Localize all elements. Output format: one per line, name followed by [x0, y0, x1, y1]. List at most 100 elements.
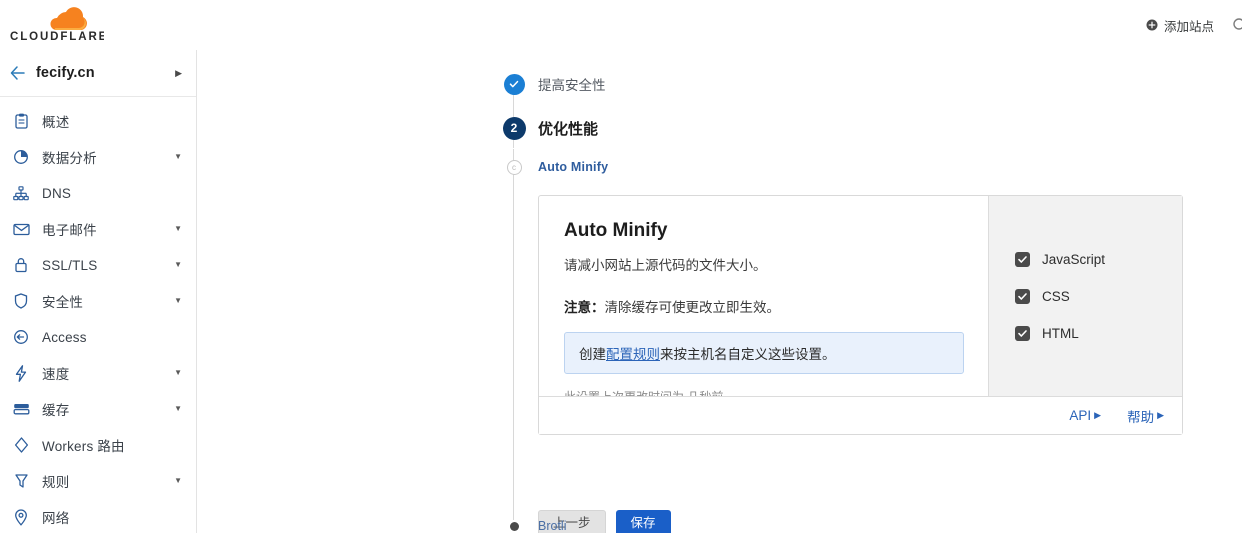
location-pin-icon	[12, 508, 30, 526]
step-optimize-performance[interactable]: 2 优化性能	[502, 114, 598, 142]
access-key-icon	[12, 328, 30, 346]
help-link[interactable]: 帮助 ▶	[1127, 406, 1164, 426]
arrow-left-icon[interactable]	[10, 66, 26, 80]
sidebar-item-label: 概述	[42, 115, 70, 130]
sidebar-item-label: 安全性	[42, 295, 84, 310]
chevron-right-icon[interactable]: ▶	[175, 68, 182, 78]
svg-text:CLOUDFLARE: CLOUDFLARE	[10, 31, 104, 43]
card-note: 注意：清除缓存可使更改立即生效。	[564, 296, 964, 316]
sidebar-item-rules[interactable]: 规则 ▼	[0, 463, 196, 499]
sidebar-item-label: 速度	[42, 367, 70, 382]
sidebar-item-label: Workers 路由	[42, 439, 125, 454]
checkbox-javascript[interactable]: JavaScript	[1015, 251, 1182, 267]
chevron-down-icon[interactable]: ▼	[174, 297, 182, 305]
chevron-down-icon[interactable]: ▼	[174, 369, 182, 377]
sidebar-item-label: Access	[42, 329, 87, 345]
sidebar-item-access[interactable]: Access	[0, 319, 196, 355]
api-link-label: API	[1069, 408, 1092, 423]
clipboard-icon	[12, 112, 30, 130]
step-number: 2	[502, 116, 526, 140]
sitemap-icon	[12, 184, 30, 202]
card-title: Auto Minify	[564, 220, 668, 241]
pie-chart-icon	[12, 148, 30, 166]
envelope-icon	[12, 220, 30, 238]
step-marker-sub: c	[502, 159, 526, 175]
checkbox-checked-icon	[1015, 251, 1030, 267]
add-site-label: 添加站点	[1163, 19, 1214, 34]
chevron-down-icon[interactable]: ▼	[174, 225, 182, 233]
sidebar-item-analytics[interactable]: 数据分析 ▼	[0, 139, 196, 175]
sidebar-item-security[interactable]: 安全性 ▼	[0, 283, 196, 319]
checkbox-label: CSS	[1042, 288, 1070, 304]
add-site-button[interactable]: 添加站点	[1146, 16, 1214, 35]
config-rules-banner: 创建配置规则来按主机名自定义这些设置。	[564, 332, 964, 374]
sidebar-item-caching[interactable]: 缓存 ▼	[0, 391, 196, 427]
card-body: Auto Minify 请减小网站上源代码的文件大小。 注意：清除缓存可使更改立…	[539, 196, 1182, 404]
cloudflare-logo[interactable]: CLOUDFLARE	[8, 4, 104, 44]
banner-text-after: 来按主机名自定义这些设置。	[660, 347, 836, 362]
card-note-text: 清除缓存可使更改立即生效。	[604, 300, 781, 315]
save-button[interactable]: 保存	[615, 510, 671, 533]
sidebar-item-network[interactable]: 网络	[0, 499, 196, 533]
sidebar-item-label: 规则	[42, 475, 70, 490]
chevron-down-icon[interactable]: ▼	[174, 153, 182, 161]
card-footer: API ▶ 帮助 ▶	[539, 396, 1182, 434]
step-marker-done	[502, 73, 526, 95]
sidebar-item-ssl-tls[interactable]: SSL/TLS ▼	[0, 247, 196, 283]
step-connector	[513, 180, 514, 520]
chevron-down-icon[interactable]: ▼	[174, 405, 182, 413]
card-note-prefix: 注意：	[564, 300, 605, 315]
checkbox-html[interactable]: HTML	[1015, 325, 1182, 341]
minify-options-panel: JavaScript CSS HTML	[988, 196, 1182, 396]
sidebar-item-label: DNS	[42, 185, 72, 201]
sidebar-item-label: 网络	[42, 511, 70, 526]
sidebar-item-speed[interactable]: 速度 ▼	[0, 355, 196, 391]
step-marker-pending	[502, 521, 526, 531]
sidebar-item-label: 缓存	[42, 403, 70, 418]
help-link-label: 帮助	[1127, 409, 1155, 425]
sidebar-item-dns[interactable]: DNS	[0, 175, 196, 211]
chevron-down-icon[interactable]: ▼	[174, 477, 182, 485]
api-link[interactable]: API ▶	[1069, 408, 1101, 423]
triangle-right-icon: ▶	[1094, 410, 1102, 420]
banner-text-before: 创建	[579, 347, 606, 362]
rules-icon	[12, 472, 30, 490]
workers-icon	[12, 436, 30, 454]
triangle-right-icon: ▶	[1157, 410, 1164, 420]
checkbox-label: HTML	[1042, 325, 1079, 341]
card-main-panel: Auto Minify 请减小网站上源代码的文件大小。 注意：清除缓存可使更改立…	[539, 196, 988, 404]
circle-outline-icon: c	[506, 159, 522, 175]
auto-minify-card: Auto Minify 请减小网站上源代码的文件大小。 注意：清除缓存可使更改立…	[538, 195, 1183, 435]
checkbox-css[interactable]: CSS	[1015, 288, 1182, 304]
sidebar-item-overview[interactable]: 概述	[0, 103, 196, 139]
search-icon[interactable]	[1232, 17, 1242, 33]
step-auto-minify[interactable]: c Auto Minify	[502, 153, 608, 181]
bolt-icon	[12, 364, 30, 382]
card-description: 请减小网站上源代码的文件大小。	[564, 258, 767, 273]
sidebar-item-label: 电子邮件	[42, 223, 97, 238]
sidebar-item-label: 数据分析	[42, 151, 97, 166]
shield-icon	[12, 292, 30, 310]
checkbox-checked-icon	[1015, 325, 1030, 341]
checkbox-checked-icon	[1015, 288, 1030, 304]
plus-circle-icon	[1146, 19, 1158, 31]
dot-icon	[509, 521, 519, 531]
chevron-down-icon[interactable]: ▼	[174, 261, 182, 269]
configuration-rules-link[interactable]: 配置规则	[606, 347, 660, 362]
sidebar-item-email[interactable]: 电子邮件 ▼	[0, 211, 196, 247]
top-bar: CLOUDFLARE 添加站点	[0, 0, 1242, 50]
checkbox-label: JavaScript	[1042, 251, 1106, 267]
sidebar-item-label: SSL/TLS	[42, 257, 98, 273]
sidebar-item-workers-routes[interactable]: Workers 路由	[0, 427, 196, 463]
lock-icon	[12, 256, 30, 274]
site-name: fecify.cn	[36, 65, 95, 81]
main-content: 提高安全性 2 优化性能 c Auto Minify Auto Minify 请…	[197, 50, 1242, 533]
sidebar-site-selector[interactable]: fecify.cn ▶	[0, 50, 196, 97]
step-improve-security[interactable]: 提高安全性	[502, 70, 606, 98]
step-marker-current: 2	[502, 116, 526, 140]
database-icon	[12, 400, 30, 418]
step-brotli[interactable]: Brotli	[502, 512, 566, 533]
sidebar-nav: 概述 数据分析 ▼ DNS 电子邮件 ▼ SSL/TLS ▼ 安全性 ▼ Acc…	[0, 97, 196, 533]
sidebar: fecify.cn ▶ 概述 数据分析 ▼ DNS 电子邮件 ▼ SSL/TLS…	[0, 50, 197, 533]
cloudflare-dashboard: CLOUDFLARE 添加站点 fecify.cn ▶ 概述 数据分析 ▼ DN…	[0, 0, 1242, 533]
